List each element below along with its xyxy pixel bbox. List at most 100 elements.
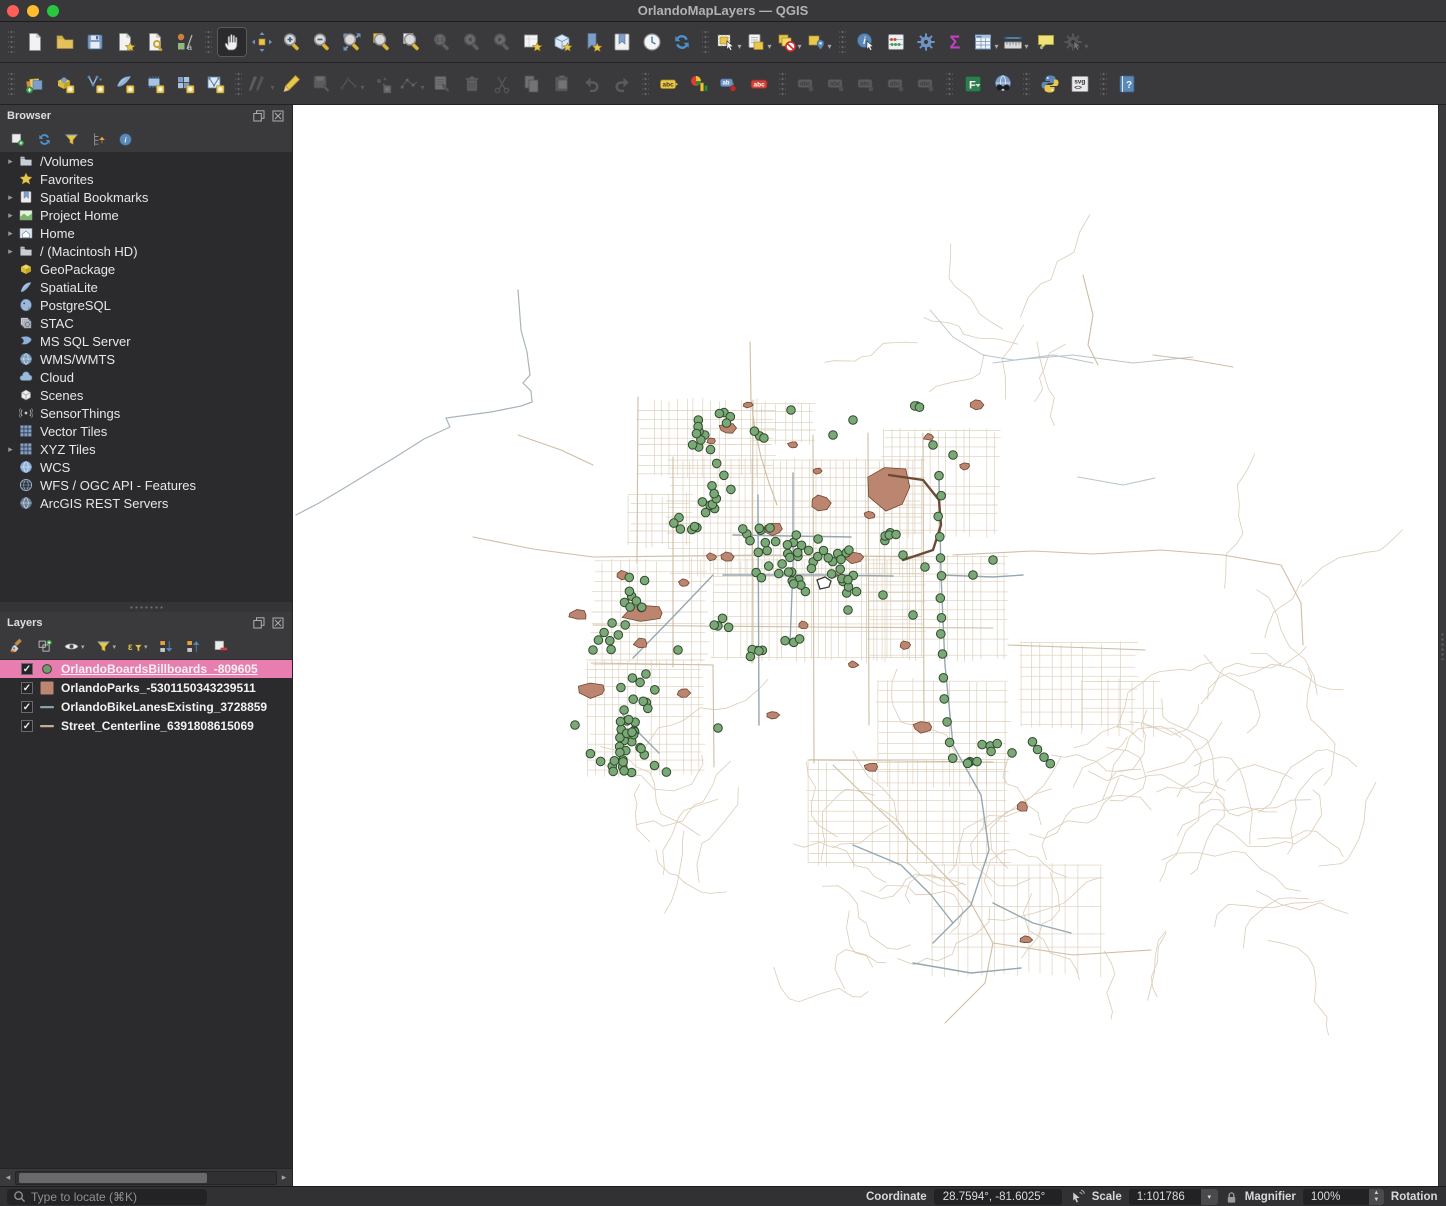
- expand-all-button[interactable]: [158, 638, 175, 655]
- data-source-manager-button[interactable]: [20, 69, 50, 99]
- dropdown-caret-icon[interactable]: ▾: [1084, 42, 1088, 51]
- layer-labeling-options-button[interactable]: abc: [654, 69, 684, 99]
- show-spatial-bookmarks-button[interactable]: [607, 27, 637, 57]
- toolbar-grip[interactable]: [779, 70, 786, 97]
- layer-diagram-options-button[interactable]: [684, 69, 714, 99]
- layer-visibility-checkbox[interactable]: ✓: [21, 701, 33, 713]
- toolbar-grip[interactable]: [205, 29, 212, 55]
- vertex-tool-button[interactable]: ▾: [397, 69, 427, 99]
- new-3d-map-view-button[interactable]: [547, 27, 577, 57]
- new-shapefile-layer-button[interactable]: [80, 69, 110, 99]
- style-manager-button[interactable]: a: [170, 27, 200, 57]
- browser-float-button[interactable]: [251, 110, 266, 123]
- change-label-properties-button[interactable]: abc: [911, 69, 941, 99]
- filter-legend-button[interactable]: ▾: [95, 638, 116, 655]
- pin-labels-button[interactable]: ab: [714, 69, 744, 99]
- zoom-to-selection-button[interactable]: [367, 27, 397, 57]
- show-layout-manager-button[interactable]: [140, 27, 170, 57]
- toolbar-grip[interactable]: [8, 29, 15, 55]
- add-group-button[interactable]: [36, 638, 53, 655]
- undo-button[interactable]: [577, 69, 607, 99]
- toolbar-grip[interactable]: [702, 29, 709, 55]
- pan-map-button[interactable]: [217, 27, 247, 57]
- zoom-in-button[interactable]: [277, 27, 307, 57]
- dropdown-caret-icon[interactable]: ▾: [827, 42, 831, 51]
- dropdown-caret-icon[interactable]: ▾: [420, 83, 424, 92]
- move-label-button[interactable]: abc: [851, 69, 881, 99]
- svg-annotation-button[interactable]: svg <>: [1065, 69, 1095, 99]
- digitize-with-segment-button[interactable]: ▾: [337, 69, 367, 99]
- delete-selected-button[interactable]: [457, 69, 487, 99]
- toolbar-grip[interactable]: [8, 70, 15, 97]
- scale-dropdown-icon[interactable]: ▾: [1200, 1189, 1218, 1205]
- locator-input[interactable]: Type to locate (⌘K): [7, 1188, 207, 1205]
- browser-item-volumes[interactable]: ▸ /Volumes: [0, 152, 292, 170]
- refresh-browser-button[interactable]: [36, 131, 53, 148]
- browser-item-spatialite[interactable]: SpatiaLite: [0, 278, 292, 296]
- scroll-right-arrow[interactable]: ▸: [277, 1171, 291, 1185]
- panel-splitter[interactable]: [0, 602, 292, 612]
- pan-to-selection-button[interactable]: [247, 27, 277, 57]
- browser-item-arcgis-rest-servers[interactable]: ArcGIS REST Servers: [0, 494, 292, 512]
- close-window-button[interactable]: [7, 4, 19, 17]
- copy-features-button[interactable]: [517, 69, 547, 99]
- scale-combo[interactable]: 1:101786 ▾: [1128, 1189, 1218, 1205]
- dropdown-caret-icon[interactable]: ▾: [994, 42, 998, 51]
- layers-close-button[interactable]: [270, 617, 285, 630]
- right-dock-grip[interactable]: [1440, 631, 1445, 660]
- browser-item-ms-sql-server[interactable]: MS SQL Server: [0, 332, 292, 350]
- scroll-left-arrow[interactable]: ◂: [1, 1171, 15, 1185]
- new-map-view-button[interactable]: [517, 27, 547, 57]
- browser-item-favorites[interactable]: Favorites: [0, 170, 292, 188]
- osm-place-search-button[interactable]: [988, 69, 1018, 99]
- manage-map-themes-button[interactable]: ▾: [63, 638, 85, 655]
- layer-visibility-checkbox[interactable]: ✓: [21, 682, 33, 694]
- browser-item-stac[interactable]: STAC: [0, 314, 292, 332]
- zoom-next-button[interactable]: [487, 27, 517, 57]
- browser-item-vector-tiles[interactable]: Vector Tiles: [0, 422, 292, 440]
- browser-item-spatial-bookmarks[interactable]: ▸ Spatial Bookmarks: [0, 188, 292, 206]
- new-project-button[interactable]: [20, 27, 50, 57]
- dropdown-caret-icon[interactable]: ▾: [797, 42, 801, 51]
- plugin-fme-button[interactable]: F: [958, 69, 988, 99]
- open-project-button[interactable]: [50, 27, 80, 57]
- browser-close-button[interactable]: [270, 110, 285, 123]
- toolbar-grip[interactable]: [642, 70, 649, 97]
- statistical-summary-button[interactable]: Σ: [941, 27, 971, 57]
- toolbar-grip[interactable]: [1023, 70, 1030, 97]
- zoom-native-button[interactable]: 1:1: [427, 27, 457, 57]
- scrollbar-track[interactable]: [15, 1170, 277, 1185]
- dropdown-caret-icon[interactable]: ▾: [1024, 42, 1028, 51]
- open-layer-styling-button[interactable]: [9, 638, 26, 655]
- identify-features-button[interactable]: i: [851, 27, 881, 57]
- deselect-features-from-layer-button[interactable]: ▾: [804, 27, 834, 57]
- minimize-window-button[interactable]: [27, 4, 39, 17]
- dropdown-caret-icon[interactable]: ▾: [270, 83, 274, 92]
- expand-arrow-icon[interactable]: ▸: [3, 444, 18, 455]
- save-layer-edits-button[interactable]: [307, 69, 337, 99]
- new-temporary-scratch-layer-button[interactable]: [140, 69, 170, 99]
- show-hide-labels-button[interactable]: abc: [821, 69, 851, 99]
- mouse-tracking-icon[interactable]: [1069, 1189, 1085, 1205]
- open-attribute-table-button[interactable]: ▾: [971, 27, 1001, 57]
- map-tips-button[interactable]: [1031, 27, 1061, 57]
- deselect-features-button[interactable]: ▾: [774, 27, 804, 57]
- filter-legend-by-expression-button[interactable]: ε ▾: [126, 638, 148, 655]
- cut-features-button[interactable]: [487, 69, 517, 99]
- rotate-label-button[interactable]: abc: [881, 69, 911, 99]
- coordinate-value[interactable]: 28.7594°, -81.6025°: [933, 1189, 1062, 1205]
- refresh-map-button[interactable]: [667, 27, 697, 57]
- browser-item-geopackage[interactable]: GeoPackage: [0, 260, 292, 278]
- browser-item-cloud[interactable]: Cloud: [0, 368, 292, 386]
- measure-line-button[interactable]: ▾: [1001, 27, 1031, 57]
- paste-features-button[interactable]: [547, 69, 577, 99]
- zoom-last-button[interactable]: [457, 27, 487, 57]
- browser-item-wfs-ogc-api-features[interactable]: WFS / OGC API - Features: [0, 476, 292, 494]
- dropdown-caret-icon[interactable]: ▾: [767, 42, 771, 51]
- select-features-button[interactable]: ▾: [714, 27, 744, 57]
- filter-browser-button[interactable]: [63, 131, 80, 148]
- new-print-layout-button[interactable]: [110, 27, 140, 57]
- collapse-all-button[interactable]: [90, 131, 107, 148]
- expand-arrow-icon[interactable]: ▸: [3, 192, 18, 203]
- panel-horizontal-scrollbar[interactable]: ◂ ▸: [0, 1168, 292, 1186]
